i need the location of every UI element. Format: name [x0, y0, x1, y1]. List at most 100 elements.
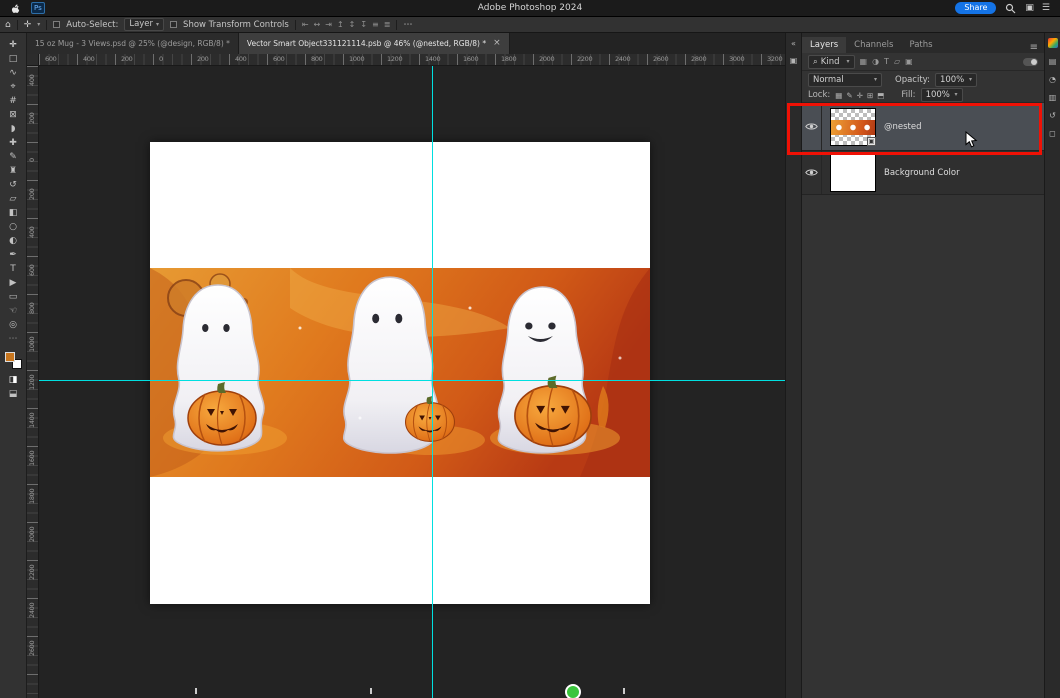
panel-menu-icon[interactable]: ≡	[1024, 42, 1044, 53]
properties-panel-icon[interactable]: ▤	[1049, 57, 1057, 66]
filter-toggle-switch[interactable]	[1023, 58, 1038, 66]
tab-close-icon[interactable]: ×	[493, 39, 501, 48]
document-tab[interactable]: Vector Smart Object331121114.psb @ 46% (…	[239, 33, 510, 54]
pen-tool[interactable]: ✒	[4, 248, 23, 262]
fill-dropdown[interactable]: 100%▾	[921, 88, 963, 102]
horizontal-guide[interactable]	[39, 380, 785, 381]
frame-tool[interactable]: ⊠	[4, 108, 23, 122]
ruler-tick-label: 1200	[387, 55, 402, 63]
options-more-icon[interactable]: ⋯	[403, 20, 412, 30]
shape-tool[interactable]: ▭	[4, 290, 23, 304]
libraries-panel-icon[interactable]: ▥	[1049, 93, 1057, 102]
align-top-icon[interactable]: ↥	[337, 20, 344, 29]
layer-visibility-eye-icon[interactable]	[802, 151, 822, 194]
lock-pixels-icon[interactable]: ✎	[846, 91, 852, 100]
vertical-guide[interactable]	[432, 66, 433, 698]
layer-thumbnail[interactable]	[830, 154, 876, 192]
distribute-vertical-icon[interactable]: ≣	[384, 20, 391, 29]
brush-tool[interactable]: ✎	[4, 150, 23, 164]
search-icon[interactable]	[1005, 3, 1016, 14]
filter-pixel-layers-icon[interactable]: ▦	[860, 57, 868, 66]
apple-menu-icon[interactable]	[10, 2, 21, 14]
toolbar-more-icon[interactable]: ⋯	[9, 334, 18, 344]
menu-more-icon[interactable]: ☰	[1042, 3, 1050, 13]
history-panel-icon[interactable]: ↺	[1049, 111, 1056, 120]
blur-tool[interactable]: ○	[4, 220, 23, 234]
distribute-horizontal-icon[interactable]: ≡	[372, 20, 379, 29]
path-selection-tool[interactable]: ▶	[4, 276, 23, 290]
document-tab[interactable]: 15 oz Mug - 3 Views.psd @ 25% (@design, …	[27, 33, 239, 54]
halloween-ghosts-artwork	[150, 268, 650, 477]
lock-all-icon[interactable]: ⬒	[877, 91, 884, 100]
history-brush-tool[interactable]: ↺	[4, 178, 23, 192]
layer-visibility-eye-icon[interactable]	[802, 103, 822, 150]
horizontal-ruler[interactable]: 6004002000200400600800100012001400160018…	[39, 54, 785, 66]
share-button[interactable]: Share	[955, 2, 996, 14]
editor-viewport: 6004002000200400600800100012001400160018…	[27, 54, 785, 698]
foreground-color-swatch[interactable]	[5, 352, 15, 362]
current-tool-icon[interactable]: ✛	[24, 20, 32, 30]
panel-tab-paths[interactable]: Paths	[901, 37, 940, 53]
healing-brush-tool[interactable]: ✚	[4, 136, 23, 150]
layer-row[interactable]: ▣ @nested	[802, 103, 1044, 151]
object-selection-tool[interactable]: ⌖	[4, 80, 23, 94]
ruler-tick-label: 1000	[349, 55, 364, 63]
dodge-tool[interactable]: ◐	[4, 234, 23, 248]
vertical-ruler[interactable]: 4002000200400600800100012001400160018002…	[27, 66, 39, 698]
filter-type-layers-icon[interactable]: T	[884, 57, 889, 66]
ruler-tick-label: 800	[311, 55, 323, 63]
ruler-tick-label: 0	[28, 158, 36, 162]
adjustments-panel-icon[interactable]: ◔	[1049, 75, 1056, 84]
divider	[295, 20, 296, 30]
ruler-tick-label: 0	[159, 55, 163, 63]
ruler-tick-label: 200	[28, 188, 36, 200]
filter-shape-layers-icon[interactable]: ▱	[894, 57, 900, 66]
show-transform-controls-checkbox[interactable]	[170, 21, 177, 28]
auto-select-dropdown[interactable]: Layer▾	[124, 18, 164, 31]
align-left-icon[interactable]: ⇤	[302, 20, 309, 29]
gradient-tool[interactable]: ◧	[4, 206, 23, 220]
auto-select-checkbox[interactable]	[53, 21, 60, 28]
ruler-origin-corner[interactable]	[27, 54, 39, 66]
zoom-tool[interactable]: ◎	[4, 318, 23, 332]
type-tool[interactable]: T	[4, 262, 23, 276]
quick-mask-icon[interactable]: ◨	[4, 373, 23, 387]
eraser-tool[interactable]: ▱	[4, 192, 23, 206]
align-right-icon[interactable]: ⇥	[325, 20, 332, 29]
clone-stamp-tool[interactable]: ♜	[4, 164, 23, 178]
layer-thumbnail[interactable]: ▣	[830, 108, 876, 146]
panel-tab-layers[interactable]: Layers	[802, 37, 846, 53]
comments-panel-icon[interactable]: ◻	[1049, 129, 1056, 138]
color-swatches[interactable]	[5, 352, 22, 369]
filter-kind-dropdown[interactable]: ⌕ Kind ▾	[808, 55, 855, 69]
marquee-tool[interactable]: □	[4, 52, 23, 66]
lasso-tool[interactable]: ∿	[4, 66, 23, 80]
eyedropper-tool[interactable]: ◗	[4, 122, 23, 136]
workspace-icon[interactable]: ▣	[1025, 3, 1034, 13]
move-tool[interactable]: ✛	[4, 38, 23, 52]
panel-flyout-icon[interactable]: ▣	[790, 56, 798, 65]
ruler-tick-label: 1000	[28, 337, 36, 352]
color-panel-icon[interactable]	[1048, 38, 1058, 48]
panel-tab-channels[interactable]: Channels	[846, 37, 901, 53]
document-canvas[interactable]	[150, 142, 650, 604]
align-middle-icon[interactable]: ↕	[349, 20, 356, 29]
screen-mode-icon[interactable]: ⬓	[4, 387, 23, 401]
align-bottom-icon[interactable]: ↧	[360, 20, 367, 29]
lock-position-icon[interactable]: ✛	[857, 91, 863, 100]
canvas-artwork	[150, 268, 650, 477]
hand-tool[interactable]: ☜	[4, 304, 23, 318]
ruler-tick-label: 1200	[28, 375, 36, 390]
opacity-dropdown[interactable]: 100%▾	[935, 73, 977, 87]
tool-preset-caret-icon[interactable]: ▾	[37, 21, 40, 28]
collapse-panels-icon[interactable]: «	[791, 39, 796, 48]
lock-artboard-icon[interactable]: ⊞	[867, 91, 873, 100]
filter-smart-objects-icon[interactable]: ▣	[905, 57, 913, 66]
layer-row[interactable]: Background Color	[802, 151, 1044, 195]
filter-adjustment-layers-icon[interactable]: ◑	[872, 57, 879, 66]
lock-transparency-icon[interactable]: ▦	[835, 91, 842, 100]
blend-mode-dropdown[interactable]: Normal▾	[808, 73, 882, 87]
align-center-horizontal-icon[interactable]: ↔	[314, 20, 321, 29]
home-icon[interactable]: ⌂	[5, 20, 11, 30]
crop-tool[interactable]: #	[4, 94, 23, 108]
